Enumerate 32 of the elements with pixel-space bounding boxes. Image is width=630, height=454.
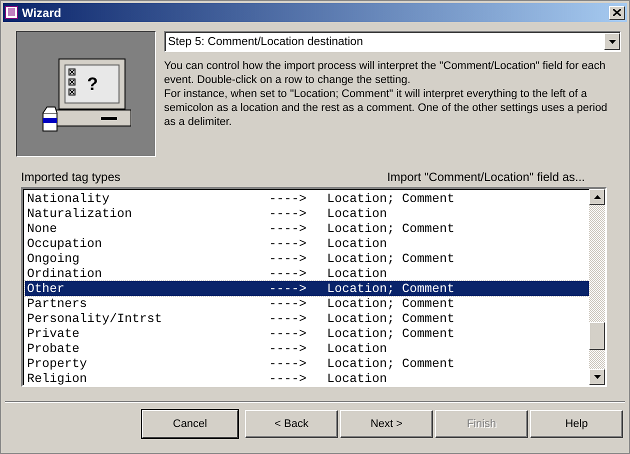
- window-title: Wizard: [22, 6, 62, 20]
- down-arrow-icon: [608, 40, 616, 44]
- step-dropdown[interactable]: Step 5: Comment/Location destination: [164, 31, 621, 52]
- wizard-button[interactable]: < Back: [245, 410, 338, 438]
- list-row[interactable]: Naturalization ----> Location: [25, 206, 589, 221]
- list-row[interactable]: Ordination ----> Location: [25, 266, 589, 281]
- wizard-button[interactable]: Cancel: [142, 410, 238, 438]
- list-row[interactable]: Religion ----> Location: [25, 371, 589, 386]
- scrollbar-thumb[interactable]: [589, 322, 605, 350]
- down-arrow-icon: [594, 375, 600, 379]
- list-row[interactable]: Probate ----> Location: [25, 341, 589, 356]
- list-header: Imported tag types: [21, 170, 120, 184]
- list-row[interactable]: None ----> Location; Comment: [25, 221, 589, 236]
- wizard-button[interactable]: Next >: [340, 410, 433, 438]
- close-button[interactable]: [609, 6, 625, 20]
- list-row[interactable]: Personality/Intrst ----> Location; Comment: [25, 311, 589, 326]
- computer-drawing: ?: [41, 56, 131, 132]
- close-icon: [613, 9, 621, 16]
- list-row[interactable]: Property ----> Location; Comment: [25, 356, 589, 371]
- description-text: For instance, when set to "Location; Comment" it will interpret everything to the left of a semicolon as a location and the rest as a comment. One of the other settings uses a period as a delimiter.: [164, 87, 608, 129]
- list-row[interactable]: Nationality ----> Location; Comment: [25, 191, 589, 206]
- list-row[interactable]: Other ----> Location; Comment: [25, 281, 589, 296]
- list-row[interactable]: Private ----> Location; Comment: [25, 326, 589, 341]
- up-arrow-icon: [594, 195, 600, 199]
- list-row[interactable]: Partners ----> Location; Comment: [25, 296, 589, 311]
- description-text: You can control how the import process will interpret the "Comment/Location" field for each event. Double-click on a row to change the setting.: [164, 59, 607, 87]
- list-header: Import "Comment/Location" field as...: [387, 170, 585, 184]
- wizard-button[interactable]: Help: [530, 410, 623, 438]
- list-row[interactable]: Occupation ----> Location: [25, 236, 589, 251]
- list-row[interactable]: Ongoing ----> Location; Comment: [25, 251, 589, 266]
- app-icon: [5, 6, 18, 19]
- scrollbar[interactable]: [589, 189, 605, 385]
